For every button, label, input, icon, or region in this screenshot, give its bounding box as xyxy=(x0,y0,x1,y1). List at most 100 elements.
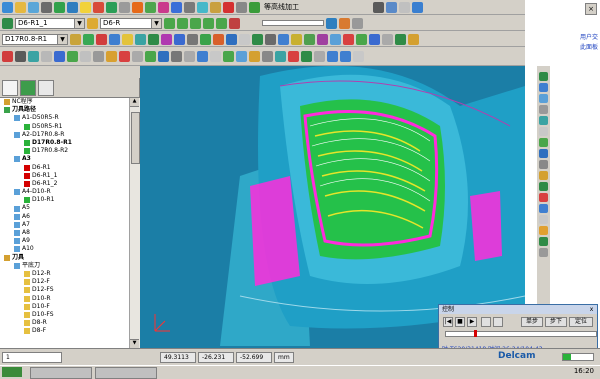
view-back2-icon[interactable] xyxy=(539,160,548,169)
chevron-down-icon[interactable]: ▼ xyxy=(151,18,161,28)
tree-row[interactable]: D6-R1 xyxy=(0,164,129,172)
fixture-icon[interactable] xyxy=(223,51,234,62)
sim-progress-marker[interactable] xyxy=(474,330,477,337)
view-cube-icon[interactable] xyxy=(539,72,548,81)
taskbar-app-1[interactable] xyxy=(30,367,92,379)
tree-row[interactable]: D50R5-R1 xyxy=(0,123,129,131)
reorder-icon[interactable] xyxy=(304,33,315,45)
toolpath-icon[interactable] xyxy=(145,1,156,13)
select-icon[interactable] xyxy=(15,51,26,62)
sim-start-icon[interactable] xyxy=(164,17,175,29)
stock-icon[interactable] xyxy=(339,17,350,29)
scroll-up-icon[interactable]: ▲ xyxy=(130,98,139,107)
sim-rewind-button[interactable]: |◀ xyxy=(443,317,453,327)
save-icon[interactable] xyxy=(28,1,39,13)
tree-scrollbar[interactable]: ▲ ▼ xyxy=(129,98,140,348)
tool-combo[interactable]: D6-R ▼ xyxy=(100,17,162,29)
close-icon[interactable]: × xyxy=(585,3,597,15)
record-icon[interactable] xyxy=(2,51,13,62)
color-icon[interactable] xyxy=(539,226,548,235)
hide-icon[interactable] xyxy=(539,204,548,213)
view-iso4-icon[interactable] xyxy=(539,116,548,125)
tree-row[interactable]: D12-R xyxy=(0,270,129,278)
calc-icon[interactable] xyxy=(252,33,263,45)
tree-row[interactable]: A5 xyxy=(0,204,129,212)
explorer-tab-tree[interactable] xyxy=(2,80,18,96)
view-iso2-icon[interactable] xyxy=(539,94,548,103)
delete-icon[interactable] xyxy=(96,33,107,45)
shade-model-icon[interactable] xyxy=(539,182,548,191)
tree-row[interactable]: D10-R1 xyxy=(0,196,129,204)
toolpath-combo[interactable]: D6-R1_1 ▼ xyxy=(15,17,85,29)
dialog-close-icon[interactable]: x xyxy=(588,306,595,313)
new-icon[interactable] xyxy=(2,1,13,13)
view-right-icon[interactable] xyxy=(382,33,393,45)
sim-speed-slider[interactable] xyxy=(262,20,324,26)
start-button[interactable] xyxy=(2,367,22,377)
chevron-down-icon[interactable]: ▼ xyxy=(57,34,67,44)
tree-row[interactable]: A9 xyxy=(0,237,129,245)
help-icon[interactable] xyxy=(412,1,423,13)
tool-holder-icon[interactable] xyxy=(288,51,299,62)
undo-icon[interactable] xyxy=(327,51,338,62)
sim-progress-track[interactable] xyxy=(445,330,597,337)
tree-row[interactable]: A1-D50R5-R xyxy=(0,114,129,122)
paste-icon[interactable] xyxy=(135,33,146,45)
tree-row[interactable]: A7 xyxy=(0,221,129,229)
zoom-fit-icon[interactable] xyxy=(67,51,78,62)
view-iso-icon[interactable] xyxy=(317,33,328,45)
tree-row[interactable]: D17R0.8-R1 xyxy=(0,139,129,147)
tree-row[interactable]: D10-F xyxy=(0,303,129,311)
shade-icon[interactable] xyxy=(326,17,337,29)
lock-icon[interactable] xyxy=(314,51,325,62)
reverse-icon[interactable] xyxy=(291,33,302,45)
mirror-icon[interactable] xyxy=(200,33,211,45)
block-icon[interactable] xyxy=(54,1,65,13)
sim-step-back-icon[interactable] xyxy=(177,17,188,29)
tool-icon[interactable] xyxy=(132,1,143,13)
split-icon[interactable] xyxy=(161,33,172,45)
strategy-icon[interactable] xyxy=(249,1,260,13)
sim-pause-button[interactable]: ■ xyxy=(455,317,465,327)
tree-row[interactable]: A2-D17R0.8-R xyxy=(0,131,129,139)
taskbar-app-2[interactable] xyxy=(95,367,157,379)
sort-icon[interactable] xyxy=(278,33,289,45)
layer-icon[interactable] xyxy=(171,51,182,62)
tree-row[interactable]: 刀具 xyxy=(0,254,129,262)
wireframe-icon[interactable] xyxy=(145,51,156,62)
tree-row[interactable]: D10-R xyxy=(0,295,129,303)
copy-icon[interactable] xyxy=(122,33,133,45)
section-icon[interactable] xyxy=(539,248,548,257)
step-next-button[interactable]: 步下 xyxy=(545,317,567,327)
view-side-icon[interactable] xyxy=(356,33,367,45)
tree-row[interactable]: D12-FS xyxy=(0,286,129,294)
tree-row[interactable]: A6 xyxy=(0,213,129,221)
workplane-icon[interactable] xyxy=(119,1,130,13)
view-bottom-icon[interactable] xyxy=(408,33,419,45)
single-step-button[interactable]: 单步 xyxy=(521,317,543,327)
boundary-combo[interactable]: D17R0.8-R1 ▼ xyxy=(2,33,68,45)
view-top2-icon[interactable] xyxy=(539,127,548,136)
verify-icon[interactable] xyxy=(197,1,208,13)
model-icon[interactable] xyxy=(184,51,195,62)
shank-icon[interactable] xyxy=(301,51,312,62)
orbit-icon[interactable] xyxy=(106,51,117,62)
scroll-down-icon[interactable]: ▼ xyxy=(130,339,139,348)
gouge-icon[interactable] xyxy=(249,51,260,62)
nc-icon[interactable] xyxy=(210,1,221,13)
curve-icon[interactable] xyxy=(70,33,81,45)
sim-end-icon[interactable] xyxy=(216,17,227,29)
boundary-icon[interactable] xyxy=(67,1,78,13)
axis-icon[interactable] xyxy=(539,237,548,246)
view-top-icon[interactable] xyxy=(330,33,341,45)
view-back-icon[interactable] xyxy=(395,33,406,45)
clip-icon[interactable] xyxy=(119,51,130,62)
sim-speed-bar[interactable] xyxy=(562,353,594,361)
pattern-icon[interactable] xyxy=(80,1,91,13)
rapid-icon[interactable] xyxy=(184,1,195,13)
print-icon[interactable] xyxy=(41,1,52,13)
simulation-options-icon[interactable] xyxy=(352,17,363,29)
sim-option-a-button[interactable] xyxy=(481,317,491,327)
export-icon[interactable] xyxy=(275,51,286,62)
limit-icon[interactable] xyxy=(226,33,237,45)
